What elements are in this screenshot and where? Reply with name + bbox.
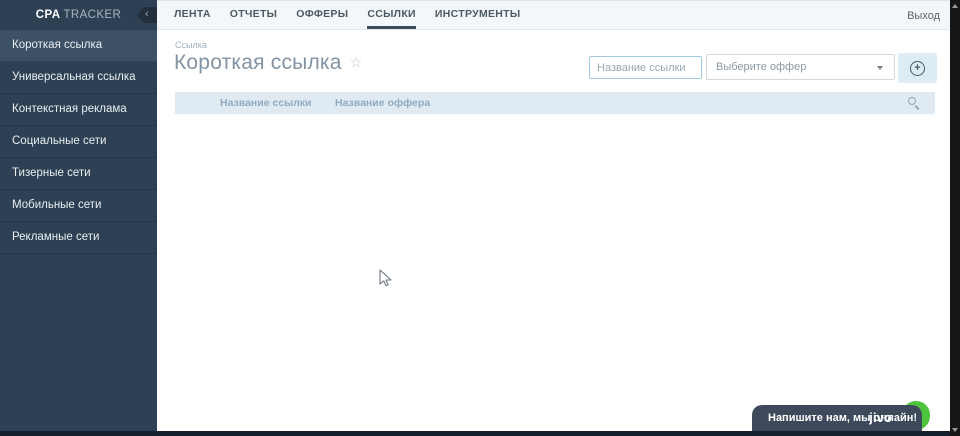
- table-header: Название ссылки Название оффера: [175, 92, 935, 114]
- chat-widget-pill[interactable]: Напишите нам, мы онлайн! jivo: [752, 405, 922, 431]
- page-title-text: Короткая ссылка: [174, 51, 342, 74]
- scrollbar-up-arrow-icon[interactable]: [952, 4, 958, 8]
- offer-select[interactable]: Выберите оффер: [706, 54, 895, 80]
- tab-ssylki[interactable]: ССЫЛКИ: [367, 1, 416, 29]
- vertical-scrollbar[interactable]: [950, 0, 960, 436]
- sidebar-item-universal-link[interactable]: Универсальная ссылка: [0, 62, 157, 94]
- brand-logo: CPA TRACKER ‹: [0, 0, 157, 30]
- tab-lenta[interactable]: ЛЕНТА: [174, 1, 211, 29]
- sidebar-item-short-link[interactable]: Короткая ссылка: [0, 30, 157, 62]
- logout-link[interactable]: Выход: [907, 1, 940, 31]
- chat-widget[interactable]: Напишите нам, мы онлайн! jivo: [752, 401, 930, 431]
- add-link-button[interactable]: +: [898, 53, 937, 83]
- tab-otchety[interactable]: ОТЧЕТЫ: [230, 1, 277, 29]
- jivo-logo: jivo: [869, 411, 892, 425]
- scrollbar-down-arrow-icon[interactable]: [952, 428, 958, 432]
- brand-bold: CPA: [35, 9, 61, 21]
- bottom-edge: [0, 431, 950, 436]
- nav-tabs: ЛЕНТА ОТЧЕТЫ ОФФЕРЫ ССЫЛКИ ИНСТРУМЕНТЫ: [157, 1, 950, 29]
- search-icon[interactable]: [907, 96, 921, 110]
- mouse-cursor: [379, 269, 392, 287]
- link-name-input[interactable]: [589, 56, 702, 79]
- top-navigation: ЛЕНТА ОТЧЕТЫ ОФФЕРЫ ССЫЛКИ ИНСТРУМЕНТЫ В…: [157, 0, 950, 30]
- tab-instrumenty[interactable]: ИНСТРУМЕНТЫ: [435, 1, 521, 29]
- tab-offery[interactable]: ОФФЕРЫ: [296, 1, 348, 29]
- breadcrumb: Ссылка: [175, 40, 207, 50]
- chat-message: Напишите нам, мы онлайн!: [768, 412, 918, 424]
- cpa-tracker-app: CPA TRACKER ‹ Короткая ссылка Универсальн…: [0, 0, 960, 436]
- favorite-star-icon[interactable]: ☆: [350, 54, 363, 70]
- sidebar-item-teaser-networks[interactable]: Тизерные сети: [0, 158, 157, 190]
- sidebar-item-mobile-networks[interactable]: Мобильные сети: [0, 190, 157, 222]
- column-header-link-name[interactable]: Название ссылки: [220, 92, 312, 114]
- sidebar-collapse-button[interactable]: ‹: [137, 7, 157, 23]
- page-title: Короткая ссылка ☆: [174, 51, 362, 75]
- main-content: Ссылка Короткая ссылка ☆ Выберите оффер +…: [157, 31, 950, 431]
- column-header-offer-name[interactable]: Название оффера: [335, 92, 430, 114]
- brand-rest: TRACKER: [63, 9, 122, 21]
- chevron-down-icon: [877, 66, 883, 70]
- sidebar-item-context-ads[interactable]: Контекстная реклама: [0, 94, 157, 126]
- offer-select-value: Выберите оффер: [716, 61, 807, 73]
- sidebar-item-ad-networks[interactable]: Рекламные сети: [0, 222, 157, 254]
- sidebar: CPA TRACKER ‹ Короткая ссылка Универсальн…: [0, 0, 157, 431]
- circled-plus-icon: +: [910, 60, 925, 76]
- sidebar-item-social-networks[interactable]: Социальные сети: [0, 126, 157, 158]
